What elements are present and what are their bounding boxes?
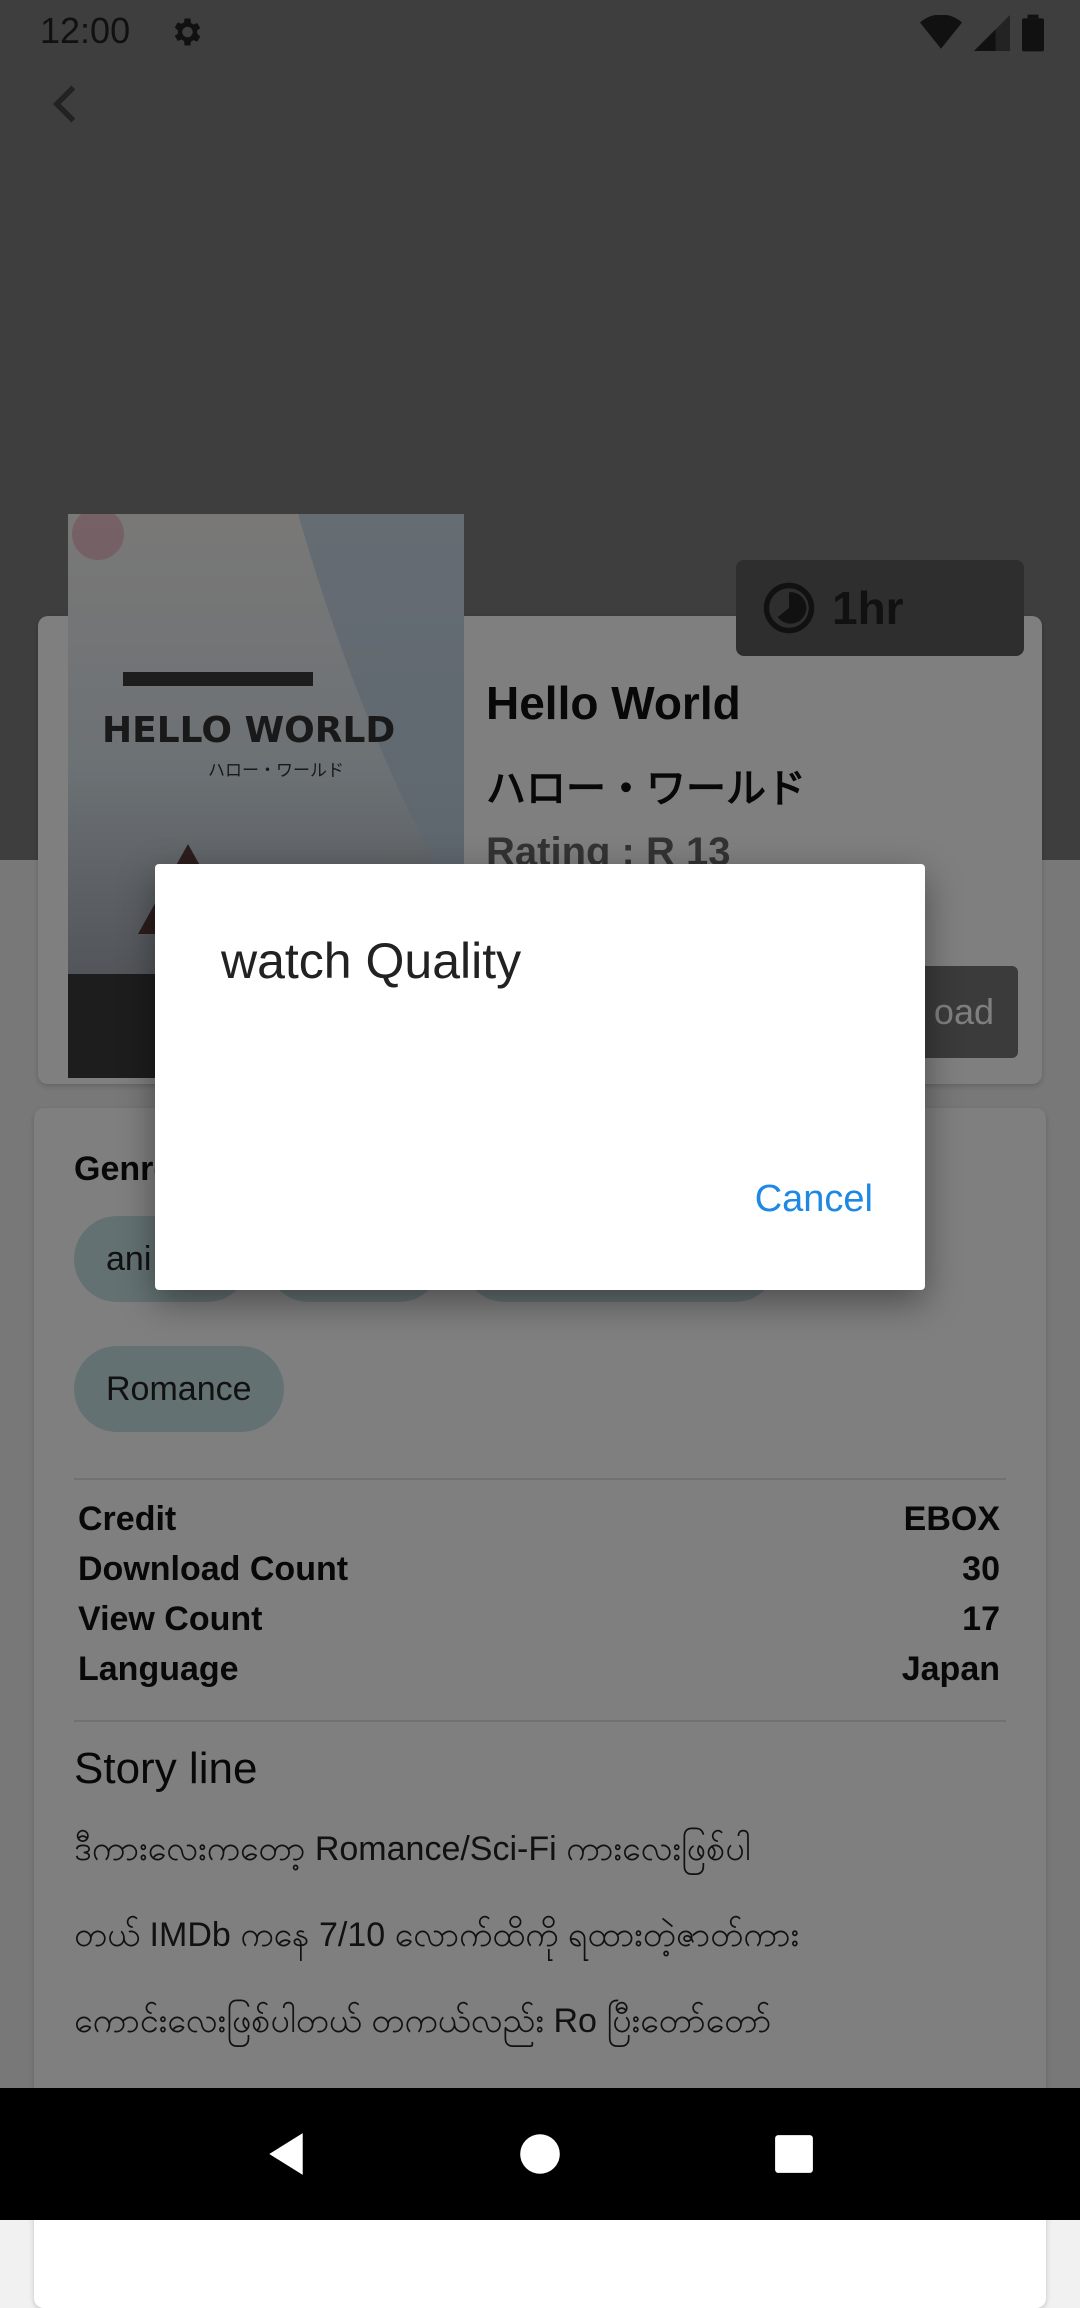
cancel-button[interactable]: Cancel [755, 1178, 873, 1221]
nav-back-icon[interactable] [265, 2131, 307, 2177]
nav-home-icon[interactable] [518, 2132, 562, 2176]
nav-recents-icon[interactable] [773, 2133, 815, 2175]
dialog-title: watch Quality [221, 933, 522, 989]
navigation-bar [0, 2088, 1080, 2220]
watch-quality-dialog: watch Quality Cancel [155, 864, 925, 1290]
